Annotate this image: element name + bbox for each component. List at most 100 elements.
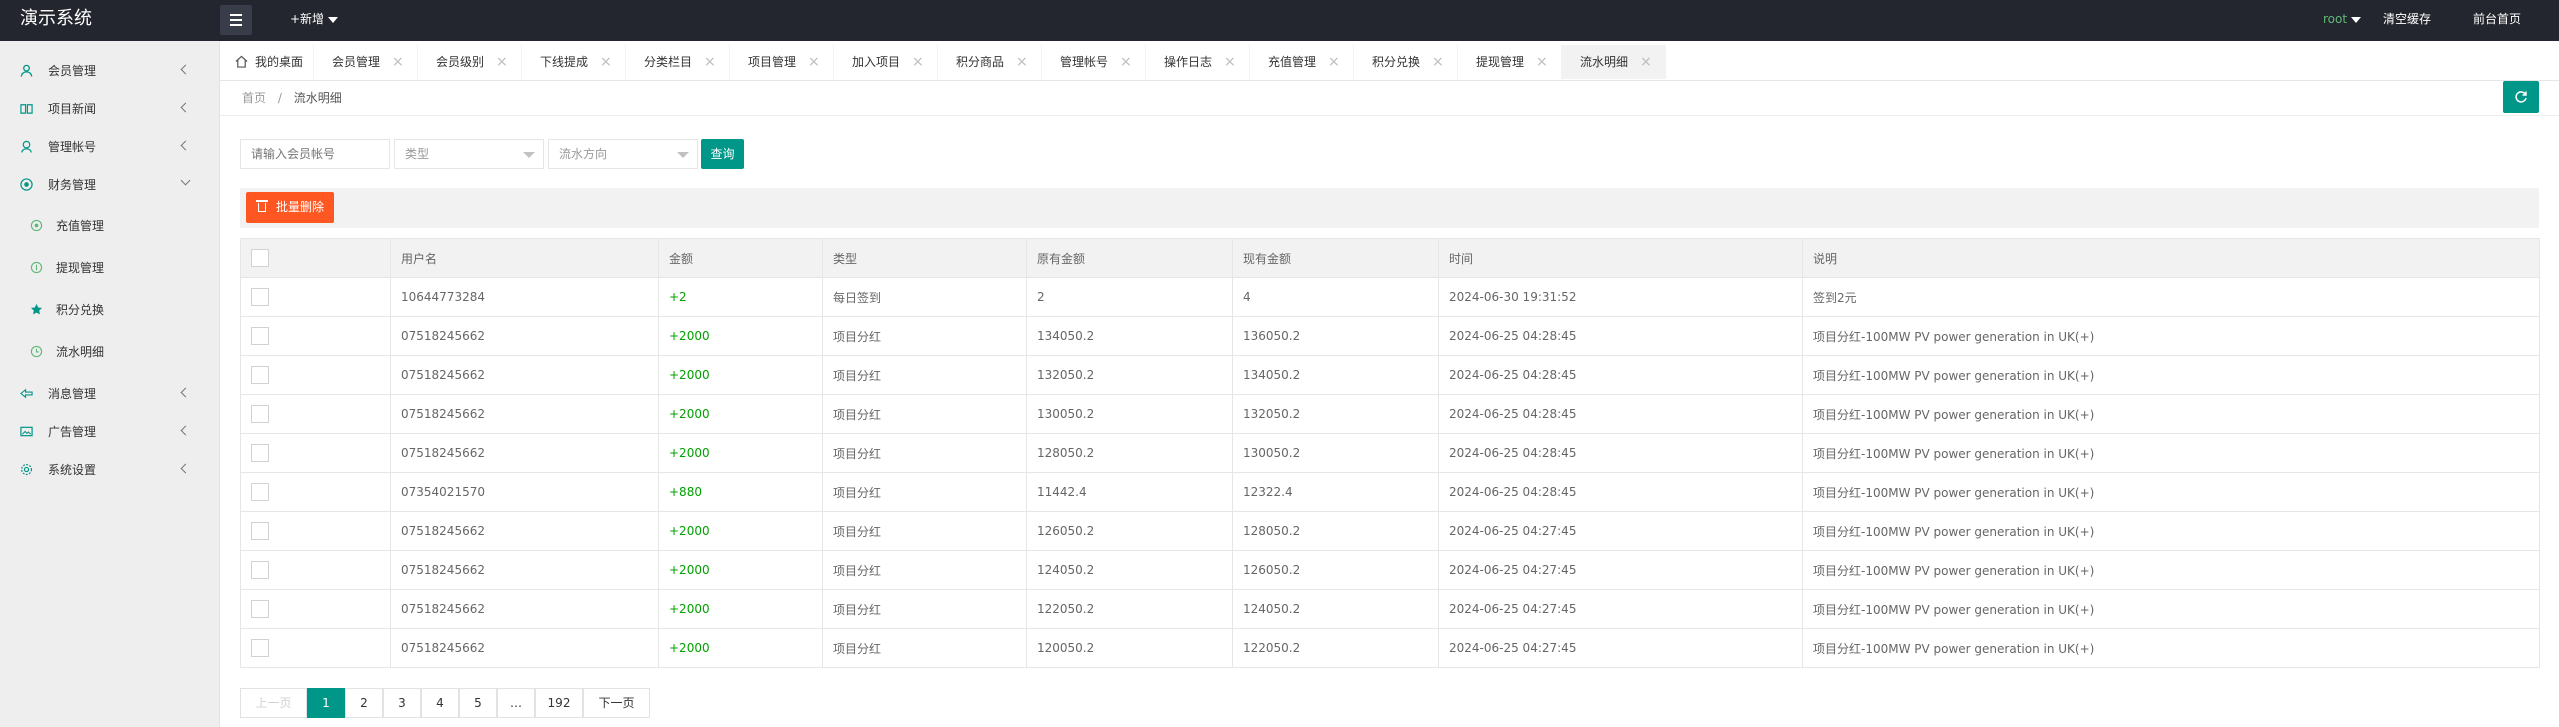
tab-join-project[interactable]: 加入项目 ×	[834, 45, 938, 79]
page-button[interactable]: 192	[535, 688, 583, 718]
sidebar-item-withdraw[interactable]: 提现管理	[0, 249, 220, 287]
row-checkbox[interactable]	[251, 327, 269, 345]
table-cell: 项目分红-100MW PV power generation in UK(+)	[1802, 394, 2540, 434]
row-checkbox[interactable]	[251, 288, 269, 306]
table-cell: 2	[1026, 277, 1233, 317]
close-icon[interactable]: ×	[600, 45, 612, 79]
table-cell: 122050.2	[1026, 589, 1233, 629]
hamburger-icon-line	[230, 19, 242, 21]
tab-label: 管理帐号	[1060, 55, 1109, 69]
page-button[interactable]: 1	[307, 688, 345, 718]
close-icon[interactable]: ×	[912, 45, 924, 79]
tab-member-levels[interactable]: 会员级别 ×	[418, 45, 522, 79]
add-new-menu[interactable]: +新增	[290, 0, 339, 38]
account-search-input[interactable]	[240, 139, 390, 169]
tab-label: 积分商品	[956, 55, 1005, 69]
column-header[interactable]: 时间	[1438, 238, 1803, 278]
close-icon[interactable]: ×	[704, 45, 716, 79]
row-checkbox[interactable]	[251, 639, 269, 657]
sidebar-item-ads[interactable]: 广告管理	[0, 413, 220, 451]
page-button[interactable]: 3	[383, 688, 421, 718]
column-header[interactable]: 说明	[1802, 238, 2540, 278]
close-icon[interactable]: ×	[1432, 45, 1444, 79]
tab-projects[interactable]: 项目管理 ×	[730, 45, 834, 79]
row-checkbox[interactable]	[251, 483, 269, 501]
prev-page-button[interactable]: 上一页	[240, 688, 307, 718]
tab-points-exchange[interactable]: 积分兑换 ×	[1354, 45, 1458, 79]
tab-withdraw[interactable]: 提现管理 ×	[1458, 45, 1562, 79]
direction-select[interactable]: 流水方向	[548, 139, 698, 169]
table-cell: 2024-06-25 04:27:45	[1438, 511, 1803, 551]
frontend-home-link[interactable]: 前台首页	[2473, 0, 2521, 38]
table-row: 07518245662 +2000 项目分红 126050.2 128050.2 2024…	[240, 511, 2540, 551]
table-cell: 07518245662	[390, 511, 659, 551]
column-header[interactable]: 金额	[658, 238, 823, 278]
sidebar-item-points-exchange[interactable]: 积分兑换	[0, 291, 220, 329]
table-cell: 2024-06-25 04:28:45	[1438, 355, 1803, 395]
main-content: 首页 / 流水明细 类型 流水方向 查询 批量删除 用户名 金额 类型	[220, 81, 2559, 727]
tab-downline-commission[interactable]: 下线提成 ×	[522, 45, 626, 79]
sidebar-item-members[interactable]: 会员管理	[0, 52, 220, 90]
column-header[interactable]: 用户名	[390, 238, 659, 278]
close-icon[interactable]: ×	[496, 45, 508, 79]
row-checkbox[interactable]	[251, 522, 269, 540]
direction-select-value: 流水方向	[559, 147, 608, 161]
chevron-left-icon	[180, 140, 191, 151]
close-icon[interactable]: ×	[1536, 45, 1548, 79]
close-icon[interactable]: ×	[392, 45, 404, 79]
select-all-checkbox[interactable]	[251, 249, 269, 267]
table-row: 07518245662 +2000 项目分红 134050.2 136050.2 2024…	[240, 316, 2540, 356]
refresh-button[interactable]	[2503, 81, 2539, 113]
user-icon	[20, 64, 33, 77]
batch-delete-button[interactable]: 批量删除	[246, 192, 334, 223]
sidebar: 会员管理 项目新闻 管理帐号 财务管理 充值管理 提现管理 积分兑换 流水明细 …	[0, 41, 220, 727]
close-icon[interactable]: ×	[1328, 45, 1340, 79]
close-icon[interactable]: ×	[1120, 45, 1132, 79]
clear-cache-link[interactable]: 清空缓存	[2383, 0, 2431, 38]
sidebar-item-finance[interactable]: 财务管理	[0, 166, 220, 204]
row-checkbox[interactable]	[251, 405, 269, 423]
tab-points-products[interactable]: 积分商品 ×	[938, 45, 1042, 79]
close-icon[interactable]: ×	[1016, 45, 1028, 79]
sidebar-item-recharge[interactable]: 充值管理	[0, 207, 220, 245]
tab-transactions[interactable]: 流水明细 ×	[1562, 45, 1666, 79]
row-checkbox[interactable]	[251, 366, 269, 384]
tab-admin-accounts[interactable]: 管理帐号 ×	[1042, 45, 1146, 79]
next-page-button[interactable]: 下一页	[583, 688, 650, 718]
row-select-cell	[240, 472, 391, 512]
tab-desktop[interactable]: 我的桌面	[220, 45, 314, 79]
column-header[interactable]: 类型	[822, 238, 1027, 278]
page-button[interactable]: 4	[421, 688, 459, 718]
tab-label: 我的桌面	[255, 55, 304, 69]
type-select[interactable]: 类型	[394, 139, 544, 169]
table-cell: 128050.2	[1026, 433, 1233, 473]
row-checkbox[interactable]	[251, 600, 269, 618]
row-checkbox[interactable]	[251, 561, 269, 579]
page-button[interactable]: 5	[459, 688, 497, 718]
tab-categories[interactable]: 分类栏目 ×	[626, 45, 730, 79]
column-header[interactable]: 现有金额	[1232, 238, 1439, 278]
tab-recharge[interactable]: 充值管理 ×	[1250, 45, 1354, 79]
close-icon[interactable]: ×	[1640, 45, 1652, 79]
sidebar-item-project-news[interactable]: 项目新闻	[0, 90, 220, 128]
sidebar-item-settings[interactable]: 系统设置	[0, 451, 220, 489]
close-icon[interactable]: ×	[808, 45, 820, 79]
sidebar-item-admin-accounts[interactable]: 管理帐号	[0, 128, 220, 166]
column-header[interactable]: 原有金额	[1026, 238, 1233, 278]
tab-operation-log[interactable]: 操作日志 ×	[1146, 45, 1250, 79]
breadcrumb-home[interactable]: 首页	[242, 91, 266, 105]
sidebar-item-transactions[interactable]: 流水明细	[0, 333, 220, 371]
user-menu[interactable]: root	[2323, 0, 2362, 38]
row-checkbox[interactable]	[251, 444, 269, 462]
sidebar-item-messages[interactable]: 消息管理	[0, 375, 220, 413]
table-cell: 07518245662	[390, 628, 659, 668]
page-button[interactable]: 2	[345, 688, 383, 718]
table-cell: 2024-06-25 04:28:45	[1438, 394, 1803, 434]
tab-members[interactable]: 会员管理 ×	[314, 45, 418, 79]
close-icon[interactable]: ×	[1224, 45, 1236, 79]
search-button[interactable]: 查询	[701, 139, 744, 169]
table-cell: +880	[658, 472, 823, 512]
sidebar-item-label: 消息管理	[48, 387, 97, 401]
sidebar-item-label: 提现管理	[56, 261, 105, 275]
menu-toggle-button[interactable]	[220, 5, 252, 35]
